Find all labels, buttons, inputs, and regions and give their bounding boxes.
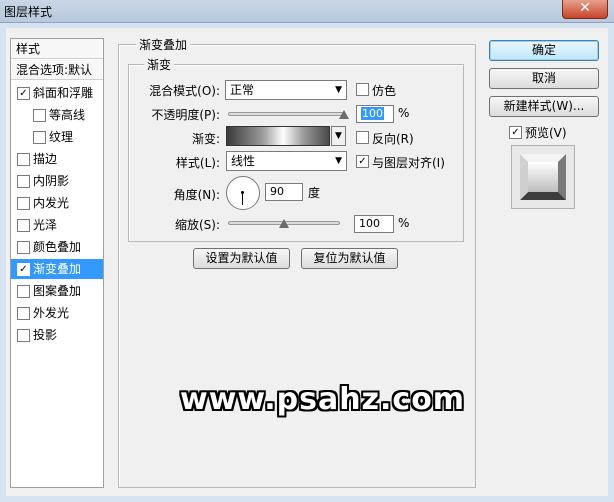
- contour-checkbox[interactable]: [33, 109, 46, 122]
- satin-checkbox[interactable]: [17, 219, 30, 232]
- gradient-style-select[interactable]: 线性 ▼: [226, 151, 347, 171]
- angle-degree-unit: 度: [308, 186, 321, 200]
- style-item-label: 纹理: [49, 130, 74, 144]
- scale-slider-thumb[interactable]: [279, 219, 289, 228]
- chevron-down-icon: ▼: [335, 156, 342, 166]
- style-label: 样式(L):: [175, 156, 220, 170]
- reverse-checkbox[interactable]: [356, 131, 369, 144]
- style-list: 样式 混合选项:默认 ✓ 斜面和浮雕 等高线 纹理 描边 内阴影 内发光 光泽 …: [10, 38, 104, 488]
- bevel-emboss-checkbox[interactable]: ✓: [17, 87, 30, 100]
- gradient-overlay-checkbox[interactable]: ✓: [17, 263, 30, 276]
- title-bar: 图层样式 ✕: [0, 0, 614, 23]
- style-item-label: 图案叠加: [33, 284, 82, 298]
- angle-value: 90: [270, 185, 284, 198]
- ok-button[interactable]: 确定: [489, 40, 599, 61]
- angle-dial-needle: [242, 193, 243, 205]
- style-item-inner-shadow[interactable]: 内阴影: [11, 171, 103, 191]
- gradient-label: 渐变:: [191, 132, 220, 146]
- scale-label: 缩放(S):: [174, 218, 220, 232]
- scale-value: 100: [359, 217, 380, 230]
- texture-checkbox[interactable]: [33, 131, 46, 144]
- style-preview: [511, 145, 575, 209]
- close-button[interactable]: ✕: [562, 0, 608, 19]
- reverse-label: 反向(R): [372, 132, 414, 146]
- style-item-stroke[interactable]: 描边: [11, 149, 103, 169]
- style-item-label: 描边: [33, 152, 58, 166]
- preview-label: 预览(V): [525, 126, 567, 140]
- chevron-down-icon: ▼: [335, 85, 342, 95]
- gradient-style-value: 线性: [231, 154, 256, 168]
- style-item-color-overlay[interactable]: 颜色叠加: [11, 237, 103, 257]
- gradient-overlay-title: 渐变叠加: [136, 36, 191, 53]
- opacity-slider-thumb[interactable]: [339, 110, 349, 119]
- pattern-overlay-checkbox[interactable]: [17, 285, 30, 298]
- style-item-label: 渐变叠加: [33, 262, 82, 276]
- style-item-satin[interactable]: 光泽: [11, 215, 103, 235]
- style-item-label: 外发光: [33, 306, 70, 320]
- gradient-subgroup-title: 渐变: [144, 56, 175, 73]
- style-list-header: 样式: [11, 39, 103, 59]
- opacity-input[interactable]: 100: [356, 105, 394, 123]
- window-title: 图层样式: [4, 5, 53, 19]
- reset-default-button[interactable]: 复位为默认值: [301, 248, 398, 269]
- style-item-label: 内阴影: [33, 174, 70, 188]
- opacity-slider-track[interactable]: [228, 112, 344, 116]
- style-item-bevel-emboss[interactable]: ✓ 斜面和浮雕: [11, 83, 103, 103]
- style-item-outer-glow[interactable]: 外发光: [11, 303, 103, 323]
- align-with-layer-label: 与图层对齐(I): [372, 156, 445, 170]
- style-item-label: 颜色叠加: [33, 240, 82, 254]
- angle-dial-center: [241, 191, 244, 194]
- opacity-percent: %: [398, 106, 410, 120]
- dither-checkbox[interactable]: [356, 83, 369, 96]
- preview-bevel-swatch: [520, 154, 566, 200]
- dither-label: 仿色: [372, 84, 397, 98]
- inner-shadow-checkbox[interactable]: [17, 175, 30, 188]
- style-item-contour[interactable]: 等高线: [11, 105, 103, 125]
- style-item-label: 光泽: [33, 218, 58, 232]
- align-with-layer-checkbox[interactable]: ✓: [356, 155, 369, 168]
- watermark: www.psahz.com: [180, 382, 466, 417]
- color-overlay-checkbox[interactable]: [17, 241, 30, 254]
- angle-label: 角度(N):: [173, 188, 220, 202]
- blend-mode-select[interactable]: 正常 ▼: [225, 80, 347, 100]
- preview-checkbox[interactable]: ✓: [509, 126, 522, 139]
- style-item-gradient-overlay[interactable]: ✓ 渐变叠加: [11, 259, 103, 279]
- blend-options-item[interactable]: 混合选项:默认: [11, 60, 103, 80]
- outer-glow-checkbox[interactable]: [17, 307, 30, 320]
- scale-input[interactable]: 100: [354, 215, 394, 233]
- style-item-label: 斜面和浮雕: [33, 86, 94, 100]
- drop-shadow-checkbox[interactable]: [17, 329, 30, 342]
- angle-input[interactable]: 90: [265, 183, 303, 201]
- chevron-down-icon: ▼: [335, 131, 342, 141]
- new-style-button[interactable]: 新建样式(W)...: [489, 96, 599, 117]
- scale-percent: %: [398, 216, 410, 230]
- style-item-drop-shadow[interactable]: 投影: [11, 325, 103, 345]
- blend-mode-value: 正常: [230, 83, 255, 97]
- style-item-inner-glow[interactable]: 内发光: [11, 193, 103, 213]
- style-item-label: 内发光: [33, 196, 70, 210]
- close-icon: ✕: [579, 0, 591, 16]
- style-item-label: 等高线: [49, 108, 86, 122]
- opacity-label: 不透明度(P):: [151, 108, 220, 122]
- stroke-checkbox[interactable]: [17, 153, 30, 166]
- angle-dial[interactable]: [226, 176, 260, 210]
- style-item-pattern-overlay[interactable]: 图案叠加: [11, 281, 103, 301]
- make-default-button[interactable]: 设置为默认值: [193, 248, 290, 269]
- blend-mode-label: 混合模式(O):: [149, 84, 220, 98]
- gradient-dropdown[interactable]: ▼: [331, 126, 346, 146]
- cancel-button[interactable]: 取消: [489, 68, 599, 89]
- gradient-picker[interactable]: [226, 126, 330, 146]
- opacity-value: 100: [361, 107, 384, 120]
- style-item-label: 投影: [33, 328, 58, 342]
- inner-glow-checkbox[interactable]: [17, 197, 30, 210]
- style-item-texture[interactable]: 纹理: [11, 127, 103, 147]
